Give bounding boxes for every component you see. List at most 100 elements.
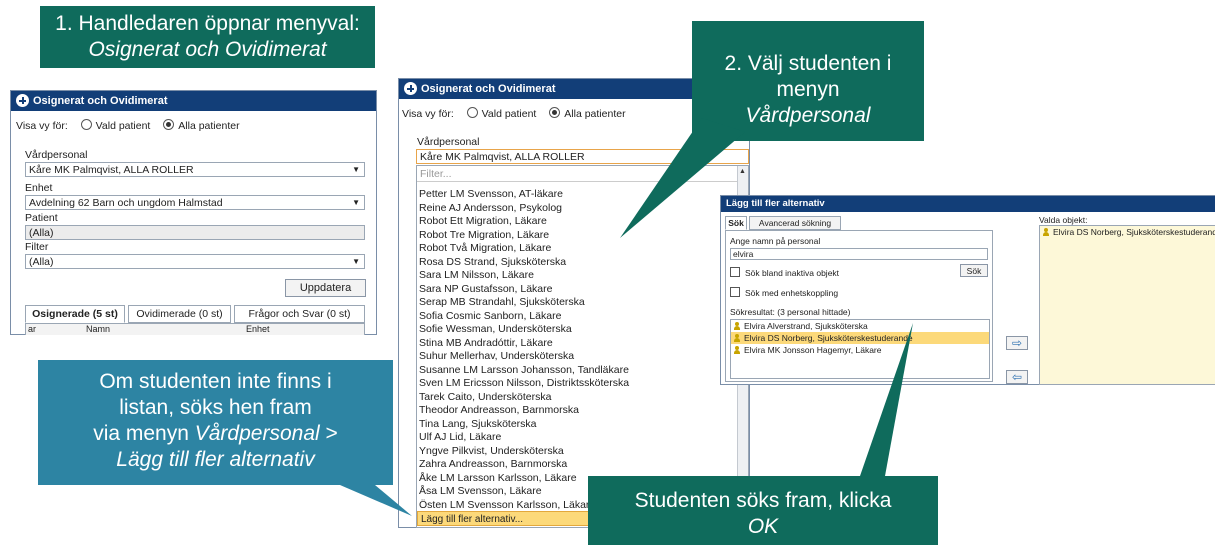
filter-select[interactable]: (Alla) ▼	[25, 254, 365, 269]
vardpersonal-select[interactable]: Kåre MK Palmqvist, ALLA ROLLER ▼	[25, 162, 365, 177]
staff-list-item[interactable]: Susanne LM Larsson Johansson, Tandläkare	[417, 364, 735, 378]
callout-note: Om studenten inte finns i listan, söks h…	[38, 360, 393, 485]
patient-field: (Alla)	[25, 225, 365, 240]
vardpersonal-select-open[interactable]: Kåre MK Palmqvist, ALLA ROLLER	[416, 149, 749, 164]
column-header-namn[interactable]: Namn	[86, 324, 110, 335]
callout-step-1-menu-name: Osignerat och Ovidimerat	[88, 38, 327, 61]
result-item[interactable]: Elvira MK Jonsson Hagemyr, Läkare	[731, 344, 989, 356]
enhet-label: Enhet	[25, 182, 53, 194]
inactive-checkbox[interactable]	[730, 267, 740, 277]
column-header[interactable]: ar	[28, 324, 36, 335]
tab-ovidimerade[interactable]: Ovidimerade (0 st)	[128, 305, 231, 323]
staff-list-item[interactable]: Sofia Cosmic Sanborn, Läkare	[417, 310, 735, 324]
callout-step-3: Studenten söks fram, klicka OK	[588, 476, 938, 545]
results-label: Sökresultat: (3 personal hittade)	[730, 307, 851, 317]
radio-vald-patient[interactable]	[466, 107, 478, 118]
callout-step-2-line2: Vårdpersonal	[692, 103, 924, 129]
staff-list-item[interactable]: Yngve Pilkvist, Undersköterska	[417, 445, 735, 459]
plus-circle-icon	[404, 82, 417, 95]
staff-list-item[interactable]: Robot Tre Migration, Läkare	[417, 229, 735, 243]
user-icon	[734, 334, 740, 342]
staff-list-item[interactable]: Rosa DS Strand, Sjuksköterska	[417, 256, 735, 270]
enhet-select[interactable]: Avdelning 62 Barn och ungdom Halmstad ▼	[25, 195, 365, 210]
result-item-label: Elvira DS Norberg, Sjuksköterskestuderan…	[744, 333, 913, 343]
filter-input[interactable]: Filter...	[417, 166, 737, 182]
staff-list-item[interactable]: Sara NP Gustafsson, Läkare	[417, 283, 735, 297]
callout-step-2-menu-name: Vårdpersonal	[745, 104, 871, 127]
tab-sok[interactable]: Sök	[725, 216, 747, 230]
result-item-selected[interactable]: Elvira DS Norberg, Sjuksköterskestuderan…	[731, 332, 989, 344]
table-header: ar Namn Enhet	[25, 323, 365, 335]
staff-list-item[interactable]: Ulf AJ Lid, Läkare	[417, 431, 735, 445]
name-label: Ange namn på personal	[730, 236, 821, 246]
remove-from-selected-button[interactable]: ⇦	[1006, 370, 1028, 384]
staff-list-item[interactable]: Petter LM Svensson, AT-läkare	[417, 188, 735, 202]
tab-osignerade[interactable]: Osignerade (5 st)	[25, 305, 125, 323]
window-osignerat-dropdown-open: Osignerat och Ovidimerat Visa vy för: Va…	[398, 78, 750, 528]
visa-vy-row: Visa vy för: Vald patient Alla patienter	[16, 119, 240, 132]
visa-label: Visa vy för:	[16, 120, 68, 132]
radio-vald-label: Vald patient	[481, 108, 537, 120]
enhet-value: Avdelning 62 Barn och ungdom Halmstad	[29, 197, 223, 209]
callout-step-2-line1: 2. Välj studenten i menyn	[724, 52, 892, 101]
staff-list-item[interactable]: Tarek Caito, Undersköterska	[417, 391, 735, 405]
window-title: Lägg till fler alternativ	[726, 198, 825, 209]
staff-list-item[interactable]: Stina MB Andradóttir, Läkare	[417, 337, 735, 351]
callout-note-menu-name: Vårdpersonal	[194, 422, 320, 445]
arrow-right-icon: ⇨	[1011, 336, 1023, 350]
unit-checkbox-row: Sök med enhetskoppling	[730, 287, 838, 298]
selected-label: Valda objekt:	[1039, 215, 1088, 225]
selected-list: Elvira DS Norberg, Sjuksköterskestuderan…	[1039, 225, 1215, 385]
radio-alla-patienter[interactable]	[163, 119, 175, 130]
column-header-enhet[interactable]: Enhet	[246, 324, 270, 335]
window-osignerat-left: Osignerat och Ovidimerat Visa vy för: Va…	[10, 90, 377, 335]
window-title: Osignerat och Ovidimerat	[421, 83, 556, 95]
radio-alla-label: Alla patienter	[564, 108, 626, 120]
staff-list-item[interactable]: Zahra Andreasson, Barnmorska	[417, 458, 735, 472]
radio-vald-patient[interactable]	[80, 119, 92, 130]
radio-alla-patienter[interactable]	[549, 107, 561, 118]
window-title-bar: Osignerat och Ovidimerat	[11, 91, 376, 111]
visa-label: Visa vy för:	[402, 108, 454, 120]
staff-list-item[interactable]: Suhur Mellerhav, Undersköterska	[417, 350, 735, 364]
callout-note-line2: listan, söks hen fram	[119, 396, 312, 419]
staff-list-item[interactable]: Sven LM Ericsson Nilsson, Distriktssköte…	[417, 377, 735, 391]
window-lagg-till-fler-alternativ: Lägg till fler alternativ Sök Avancerad …	[720, 195, 1215, 385]
selected-item-label: Elvira DS Norberg, Sjuksköterskestuderan…	[1053, 227, 1215, 237]
callout-note-menu-item: Lägg till fler alternativ	[116, 448, 315, 471]
callout-step-1-line2: Osignerat och Ovidimerat	[40, 37, 375, 63]
staff-list-item[interactable]: Serap MB Strandahl, Sjuksköterska	[417, 296, 735, 310]
staff-list-item[interactable]: Robot Ett Migration, Läkare	[417, 215, 735, 229]
window-title-bar: Lägg till fler alternativ	[721, 196, 1215, 212]
callout-step-1-line1: 1. Handledaren öppnar menyval:	[55, 12, 360, 35]
callout-note-line1: Om studenten inte finns i	[99, 370, 332, 393]
staff-list-item[interactable]: Robot Två Migration, Läkare	[417, 242, 735, 256]
uppdatera-button[interactable]: Uppdatera	[285, 279, 366, 297]
plus-circle-icon	[16, 94, 29, 107]
result-item[interactable]: Elvira Alverstrand, Sjuksköterska	[731, 320, 989, 332]
tab-avancerad-sokning[interactable]: Avancerad sökning	[749, 216, 841, 230]
callout-note-text: via menyn	[93, 422, 195, 445]
unit-checkbox-label: Sök med enhetskoppling	[745, 288, 839, 298]
sok-button[interactable]: Sök	[960, 264, 988, 277]
radio-vald-label: Vald patient	[95, 120, 151, 132]
name-input[interactable]: elvira	[730, 248, 988, 260]
scroll-up-icon[interactable]: ▲	[739, 168, 746, 175]
result-item-label: Elvira Alverstrand, Sjuksköterska	[744, 321, 868, 331]
staff-list-item[interactable]: Tina Lang, Sjuksköterska	[417, 418, 735, 432]
arrow-left-icon: ⇦	[1011, 370, 1023, 384]
callout-step-2: 2. Välj studenten i menyn Vårdpersonal	[692, 21, 924, 141]
tab-fragor-och-svar[interactable]: Frågor och Svar (0 st)	[234, 305, 365, 323]
staff-list-item[interactable]: Reine AJ Andersson, Psykolog	[417, 202, 735, 216]
staff-list-item[interactable]: Sara LM Nilsson, Läkare	[417, 269, 735, 283]
vardpersonal-value: Kåre MK Palmqvist, ALLA ROLLER	[420, 151, 585, 163]
filter-value: (Alla)	[29, 256, 54, 268]
add-to-selected-button[interactable]: ⇨	[1006, 336, 1028, 350]
unit-checkbox[interactable]	[730, 287, 740, 297]
window-title: Osignerat och Ovidimerat	[33, 95, 168, 107]
vardpersonal-dropdown-list: Filter... Petter LM Svensson, AT-läkare R…	[416, 165, 749, 528]
selected-item[interactable]: Elvira DS Norberg, Sjuksköterskestuderan…	[1040, 226, 1215, 238]
callout-step-3-line1: Studenten söks fram, klicka	[634, 489, 892, 512]
staff-list-item[interactable]: Theodor Andreasson, Barnmorska	[417, 404, 735, 418]
staff-list-item[interactable]: Sofie Wessman, Undersköterska	[417, 323, 735, 337]
